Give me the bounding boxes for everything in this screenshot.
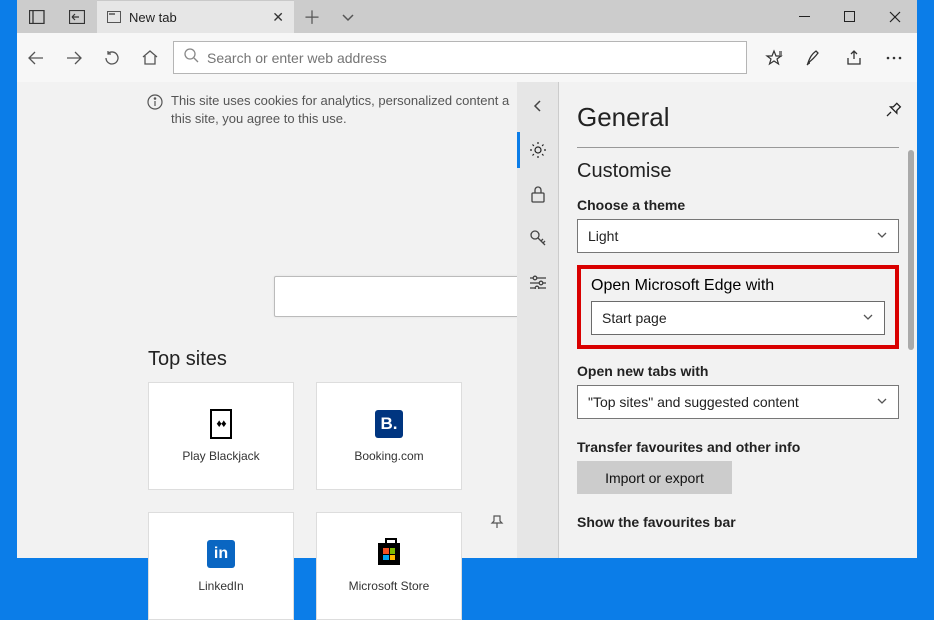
info-icon bbox=[147, 94, 163, 115]
settings-sidebar bbox=[517, 82, 559, 558]
top-sites-heading: Top sites bbox=[148, 348, 227, 371]
close-window-button[interactable] bbox=[872, 0, 917, 33]
linkedin-icon: in bbox=[206, 539, 236, 569]
cookie-text-1: This site uses cookies for analytics, pe… bbox=[171, 92, 509, 110]
maximize-button[interactable] bbox=[827, 0, 872, 33]
window-controls bbox=[782, 0, 917, 33]
open-with-select[interactable]: Start page bbox=[591, 301, 885, 335]
show-tabs-button[interactable] bbox=[57, 0, 97, 33]
settings-heading: General bbox=[577, 102, 899, 133]
chevron-down-icon bbox=[876, 228, 888, 244]
favorites-button[interactable] bbox=[763, 47, 785, 69]
address-input[interactable] bbox=[207, 50, 736, 66]
new-tabs-label: Open new tabs with bbox=[577, 363, 899, 379]
notes-button[interactable] bbox=[803, 47, 825, 69]
settings-passwords-tab[interactable] bbox=[517, 220, 559, 256]
page-content: This site uses cookies for analytics, pe… bbox=[17, 82, 917, 558]
tile-booking[interactable]: B. Booking.com bbox=[316, 382, 462, 490]
settings-privacy-tab[interactable] bbox=[517, 176, 559, 212]
tab-new-tab[interactable]: New tab ✕ bbox=[97, 0, 294, 33]
pin-tile-icon[interactable] bbox=[484, 512, 510, 620]
address-bar[interactable] bbox=[173, 41, 747, 74]
new-tab-button[interactable]: ＋ bbox=[294, 0, 330, 33]
highlight-open-edge-with: Open Microsoft Edge with Start page bbox=[577, 265, 899, 349]
theme-label: Choose a theme bbox=[577, 197, 899, 213]
back-button[interactable] bbox=[25, 47, 47, 69]
set-aside-tabs-button[interactable] bbox=[17, 0, 57, 33]
search-icon bbox=[184, 48, 199, 68]
cookie-notice: This site uses cookies for analytics, pe… bbox=[147, 92, 577, 128]
tile-blank[interactable] bbox=[484, 382, 512, 490]
forward-button[interactable] bbox=[63, 47, 85, 69]
settings-general-tab[interactable] bbox=[517, 132, 559, 168]
toolbar bbox=[17, 33, 917, 82]
open-with-label: Open Microsoft Edge with bbox=[591, 277, 885, 295]
ms-store-icon bbox=[374, 539, 404, 569]
home-button[interactable] bbox=[139, 47, 161, 69]
tab-strip: New tab ✕ ＋ bbox=[17, 0, 917, 33]
more-button[interactable] bbox=[883, 47, 905, 69]
booking-icon: B. bbox=[374, 409, 404, 439]
transfer-label: Transfer favourites and other info bbox=[577, 439, 899, 455]
tab-menu-button[interactable] bbox=[330, 0, 366, 33]
settings-advanced-tab[interactable] bbox=[517, 264, 559, 300]
new-tabs-select[interactable]: "Top sites" and suggested content bbox=[577, 385, 899, 419]
browser-window: New tab ✕ ＋ bbox=[17, 0, 917, 558]
settings-panel: General Customise Choose a theme Light O… bbox=[517, 82, 917, 558]
share-button[interactable] bbox=[843, 47, 865, 69]
tab-close-button[interactable]: ✕ bbox=[272, 9, 284, 26]
theme-select[interactable]: Light bbox=[577, 219, 899, 253]
tile-ms-store[interactable]: Microsoft Store bbox=[316, 512, 462, 620]
import-export-button[interactable]: Import or export bbox=[577, 461, 732, 494]
settings-content: General Customise Choose a theme Light O… bbox=[559, 82, 917, 558]
chevron-down-icon bbox=[862, 310, 874, 326]
minimize-button[interactable] bbox=[782, 0, 827, 33]
cookie-text-2: this site, you agree to this use. bbox=[171, 110, 509, 128]
panel-scrollbar[interactable] bbox=[908, 150, 914, 530]
chevron-down-icon bbox=[876, 394, 888, 410]
page-icon bbox=[107, 11, 121, 23]
refresh-button[interactable] bbox=[101, 47, 123, 69]
customise-heading: Customise bbox=[577, 160, 899, 183]
blackjack-icon: ♦♦ bbox=[206, 409, 236, 439]
tile-play-blackjack[interactable]: ♦♦ Play Blackjack bbox=[148, 382, 294, 490]
fav-bar-label: Show the favourites bar bbox=[577, 514, 899, 530]
tab-title: New tab bbox=[129, 10, 264, 25]
tile-linkedin[interactable]: in LinkedIn bbox=[148, 512, 294, 620]
pin-panel-button[interactable] bbox=[885, 100, 903, 123]
collapse-panel-button[interactable] bbox=[517, 88, 559, 124]
